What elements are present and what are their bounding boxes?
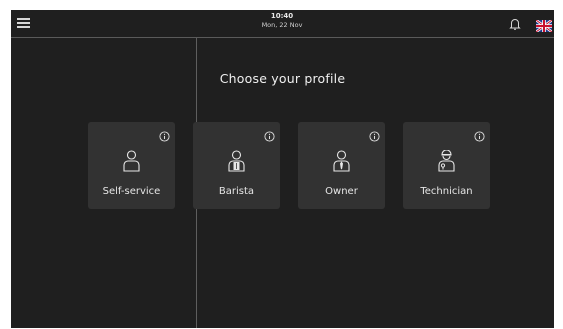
- info-icon[interactable]: [159, 127, 170, 142]
- top-bar: 10:40 Mon, 22 Nov: [11, 10, 554, 38]
- person-icon: [122, 150, 141, 172]
- info-icon[interactable]: [264, 127, 275, 142]
- profile-label: Owner: [325, 186, 358, 197]
- barista-icon: [227, 150, 246, 172]
- profile-card-owner[interactable]: Owner: [298, 122, 385, 209]
- clock-time: 10:40: [270, 12, 294, 20]
- profile-card-self-service[interactable]: Self-service: [88, 122, 175, 209]
- app-screen: 10:40 Mon, 22 Nov Choose your profile Se…: [11, 10, 554, 328]
- clock-date: Mon, 22 Nov: [261, 21, 303, 29]
- profile-label: Barista: [218, 186, 255, 197]
- profile-label: Technician: [420, 186, 473, 197]
- technician-icon: [437, 149, 456, 172]
- owner-icon: [332, 150, 351, 172]
- bell-icon[interactable]: [509, 16, 521, 30]
- info-icon[interactable]: [369, 127, 380, 142]
- profile-card-barista[interactable]: Barista: [193, 122, 280, 209]
- profile-label: Self-service: [102, 186, 161, 197]
- profile-card-technician[interactable]: Technician: [403, 122, 490, 209]
- menu-button[interactable]: [17, 17, 31, 29]
- clock: 10:40 Mon, 22 Nov: [222, 12, 342, 30]
- uk-flag-icon[interactable]: [535, 17, 553, 34]
- info-icon[interactable]: [474, 127, 485, 142]
- page-title: Choose your profile: [219, 71, 346, 86]
